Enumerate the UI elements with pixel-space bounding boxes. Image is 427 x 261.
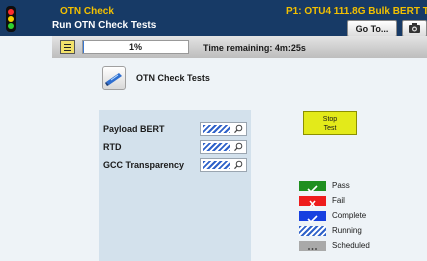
app-title: OTN Check	[60, 6, 114, 17]
red-light-icon	[8, 9, 14, 15]
test-status-payload-bert[interactable]	[200, 122, 247, 136]
green-light-icon	[8, 23, 14, 29]
running-status-icon	[203, 143, 230, 151]
magnifier-icon	[234, 124, 243, 134]
running-status-icon	[203, 161, 230, 169]
progress-bar: 1%	[82, 40, 189, 54]
test-list-panel: Payload BERT RTD GCC Transparency	[99, 110, 251, 261]
test-row-rtd: RTD	[99, 140, 251, 156]
header-bar: OTN Check P1: OTU4 111.8G Bulk BERT Term…	[0, 0, 427, 37]
cross-icon	[309, 200, 316, 208]
otn-test-icon	[105, 73, 122, 86]
otn-check-tests-button[interactable]	[102, 66, 126, 90]
test-row-payload-bert: Payload BERT	[99, 122, 251, 138]
running-icon	[299, 226, 326, 236]
camera-icon	[409, 23, 420, 33]
list-icon	[64, 44, 71, 45]
list-icon-line	[64, 47, 71, 48]
yellow-light-icon	[8, 16, 14, 22]
time-remaining: Time remaining: 4m:25s	[203, 43, 306, 53]
test-label: RTD	[103, 142, 122, 152]
port-info: P1: OTU4 111.8G Bulk BERT Term	[286, 6, 427, 17]
section-title: OTN Check Tests	[136, 73, 210, 83]
legend-label: Pass	[332, 181, 350, 190]
goto-button[interactable]: Go To...	[347, 20, 397, 37]
legend-label: Scheduled	[332, 241, 370, 250]
pass-icon	[299, 181, 326, 194]
traffic-light-icon	[6, 6, 16, 32]
progress-percent: 1%	[128, 42, 142, 52]
page-title: Run OTN Check Tests	[52, 20, 157, 31]
stop-label-line1: Stop	[322, 116, 338, 123]
checkmark-icon	[307, 215, 318, 224]
screenshot-button[interactable]	[402, 20, 427, 37]
scheduled-icon	[299, 241, 326, 251]
fail-icon	[299, 196, 326, 208]
stop-label-line2: Test	[323, 125, 337, 132]
list-icon-line	[64, 50, 71, 51]
test-label: Payload BERT	[103, 124, 165, 134]
test-status-rtd[interactable]	[200, 140, 247, 154]
test-status-gcc-transparency[interactable]	[200, 158, 247, 172]
test-label: GCC Transparency	[103, 160, 185, 170]
test-row-gcc-transparency: GCC Transparency	[99, 158, 251, 174]
magnifier-icon	[234, 160, 243, 170]
legend-label: Complete	[332, 211, 367, 220]
ellipsis-icon	[308, 248, 317, 250]
running-status-icon	[203, 125, 230, 133]
stop-test-button[interactable]: Stop Test	[303, 111, 357, 135]
legend-label: Fail	[332, 196, 345, 205]
test-list-button[interactable]	[60, 40, 75, 54]
complete-icon	[299, 211, 326, 224]
magnifier-icon	[234, 142, 243, 152]
checkmark-icon	[307, 185, 318, 194]
legend-label: Running	[332, 226, 362, 235]
